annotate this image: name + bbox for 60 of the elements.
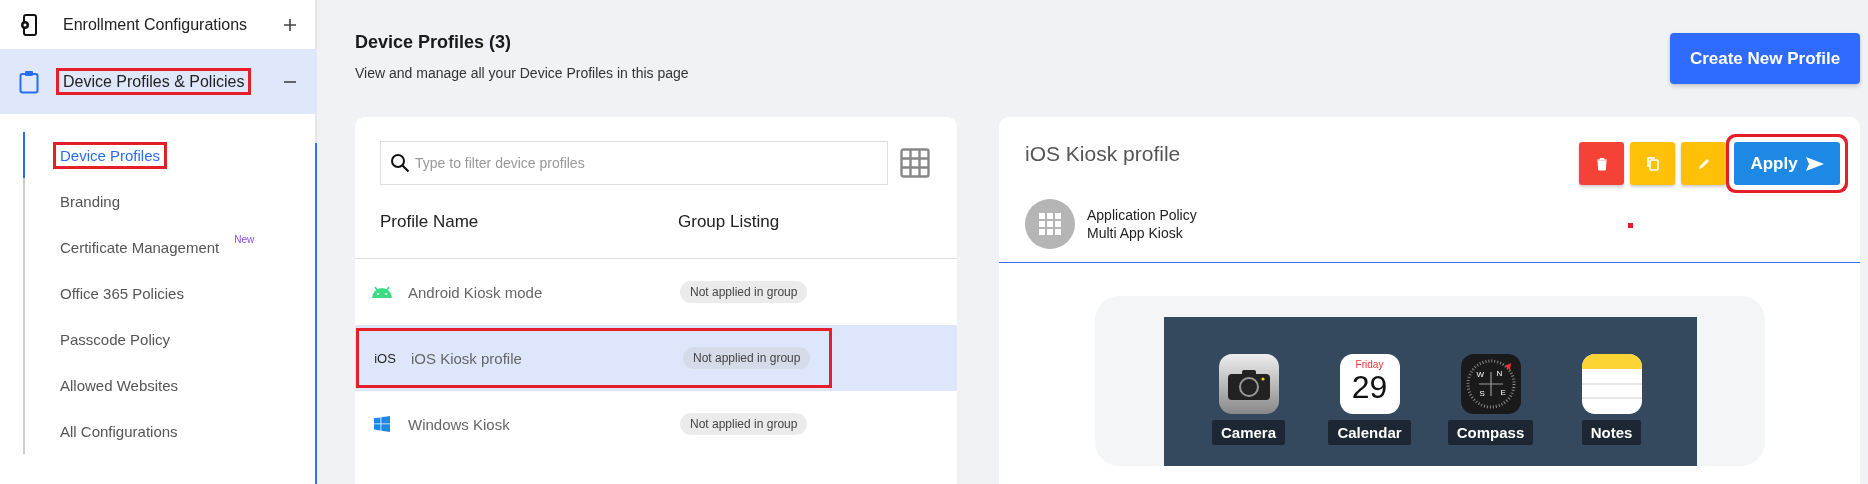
android-icon [371, 286, 393, 298]
compass-letter: E [1500, 389, 1506, 397]
page-subtitle: View and manage all your Device Profiles in this page [355, 65, 689, 81]
profile-row[interactable]: Windows Kiosk Not applied in group [355, 391, 957, 457]
submenu-label: Device Profiles [53, 141, 168, 169]
column-header: Group Listing [678, 211, 780, 231]
notes-app-icon [1581, 354, 1642, 414]
submenu-label: Passcode Policy [59, 329, 172, 350]
profile-title: iOS Kiosk profile [1025, 142, 1181, 166]
app-label: Calendar [1328, 420, 1411, 445]
section-label: Device Profiles & Policies [56, 67, 252, 95]
submenu-label: Certificate Management [59, 237, 221, 258]
submenu-item[interactable]: Passcode Policy [23, 316, 317, 362]
clipboard-icon [19, 69, 39, 94]
app-label: Compass [1447, 420, 1534, 445]
grid-view-icon[interactable] [900, 148, 930, 178]
profile-name: Android Kiosk mode [408, 283, 543, 301]
group-status-tag: Not applied in group [680, 413, 808, 435]
delete-button[interactable] [1579, 142, 1624, 185]
submenu-label: Allowed Websites [59, 375, 180, 396]
platform-label: iOS [374, 350, 396, 366]
policy-subtitle: Multi App Kiosk [1087, 224, 1184, 242]
section-label: Enrollment Configurations [62, 14, 249, 35]
profile-name: Windows Kiosk [408, 415, 510, 433]
compass-letter: W [1476, 371, 1485, 379]
page-title: Device Profiles (3) [355, 32, 513, 53]
new-label: New [234, 234, 255, 245]
submenu-item[interactable]: Office 365 Policies [23, 270, 317, 316]
app-label: Camera [1212, 420, 1286, 445]
compass-letter: N [1496, 370, 1503, 378]
group-status-tag: Not applied in group [680, 281, 808, 303]
profile-name: iOS Kiosk profile [411, 349, 522, 367]
column-header: Profile Name [380, 211, 479, 231]
submenu-item[interactable]: All Configurations [23, 408, 317, 454]
submenu-label: All Configurations [59, 421, 179, 442]
submenu-item[interactable]: Device Profiles [23, 132, 317, 178]
calendar-app-icon: Friday 29 [1339, 354, 1400, 414]
compass-letter: S [1479, 390, 1485, 398]
group-status-tag: Not applied in group [683, 347, 811, 369]
search-field[interactable]: Type to filter device profiles [380, 141, 888, 185]
submenu-item[interactable]: Allowed Websites [23, 362, 317, 408]
compass-app-icon [1460, 354, 1521, 414]
policy-title: Application Policy [1087, 206, 1197, 224]
send-icon [1805, 156, 1824, 171]
copy-icon [1644, 155, 1661, 172]
submenu-item[interactable]: Certificate Management New [23, 224, 317, 270]
sidebar-section[interactable]: Enrollment Configurations [0, 0, 317, 49]
profile-row[interactable]: iOS iOS Kiosk profile Not applied in group [355, 325, 957, 391]
sidebar-section[interactable]: Device Profiles & Policies [0, 49, 317, 114]
profile-row[interactable]: Android Kiosk mode Not applied in group [355, 259, 957, 325]
submenu-label: Branding [59, 191, 122, 212]
plus-icon[interactable] [283, 17, 297, 32]
app-label: Notes [1581, 420, 1642, 445]
apps-grid-icon [1039, 213, 1061, 235]
camera-app-icon [1218, 354, 1279, 414]
phone-gear-icon [20, 13, 38, 36]
windows-icon [374, 416, 390, 432]
submenu-item[interactable]: Branding [23, 178, 317, 224]
create-profile-button[interactable]: Create New Profile [1670, 33, 1860, 84]
submenu-label: Office 365 Policies [59, 283, 185, 304]
